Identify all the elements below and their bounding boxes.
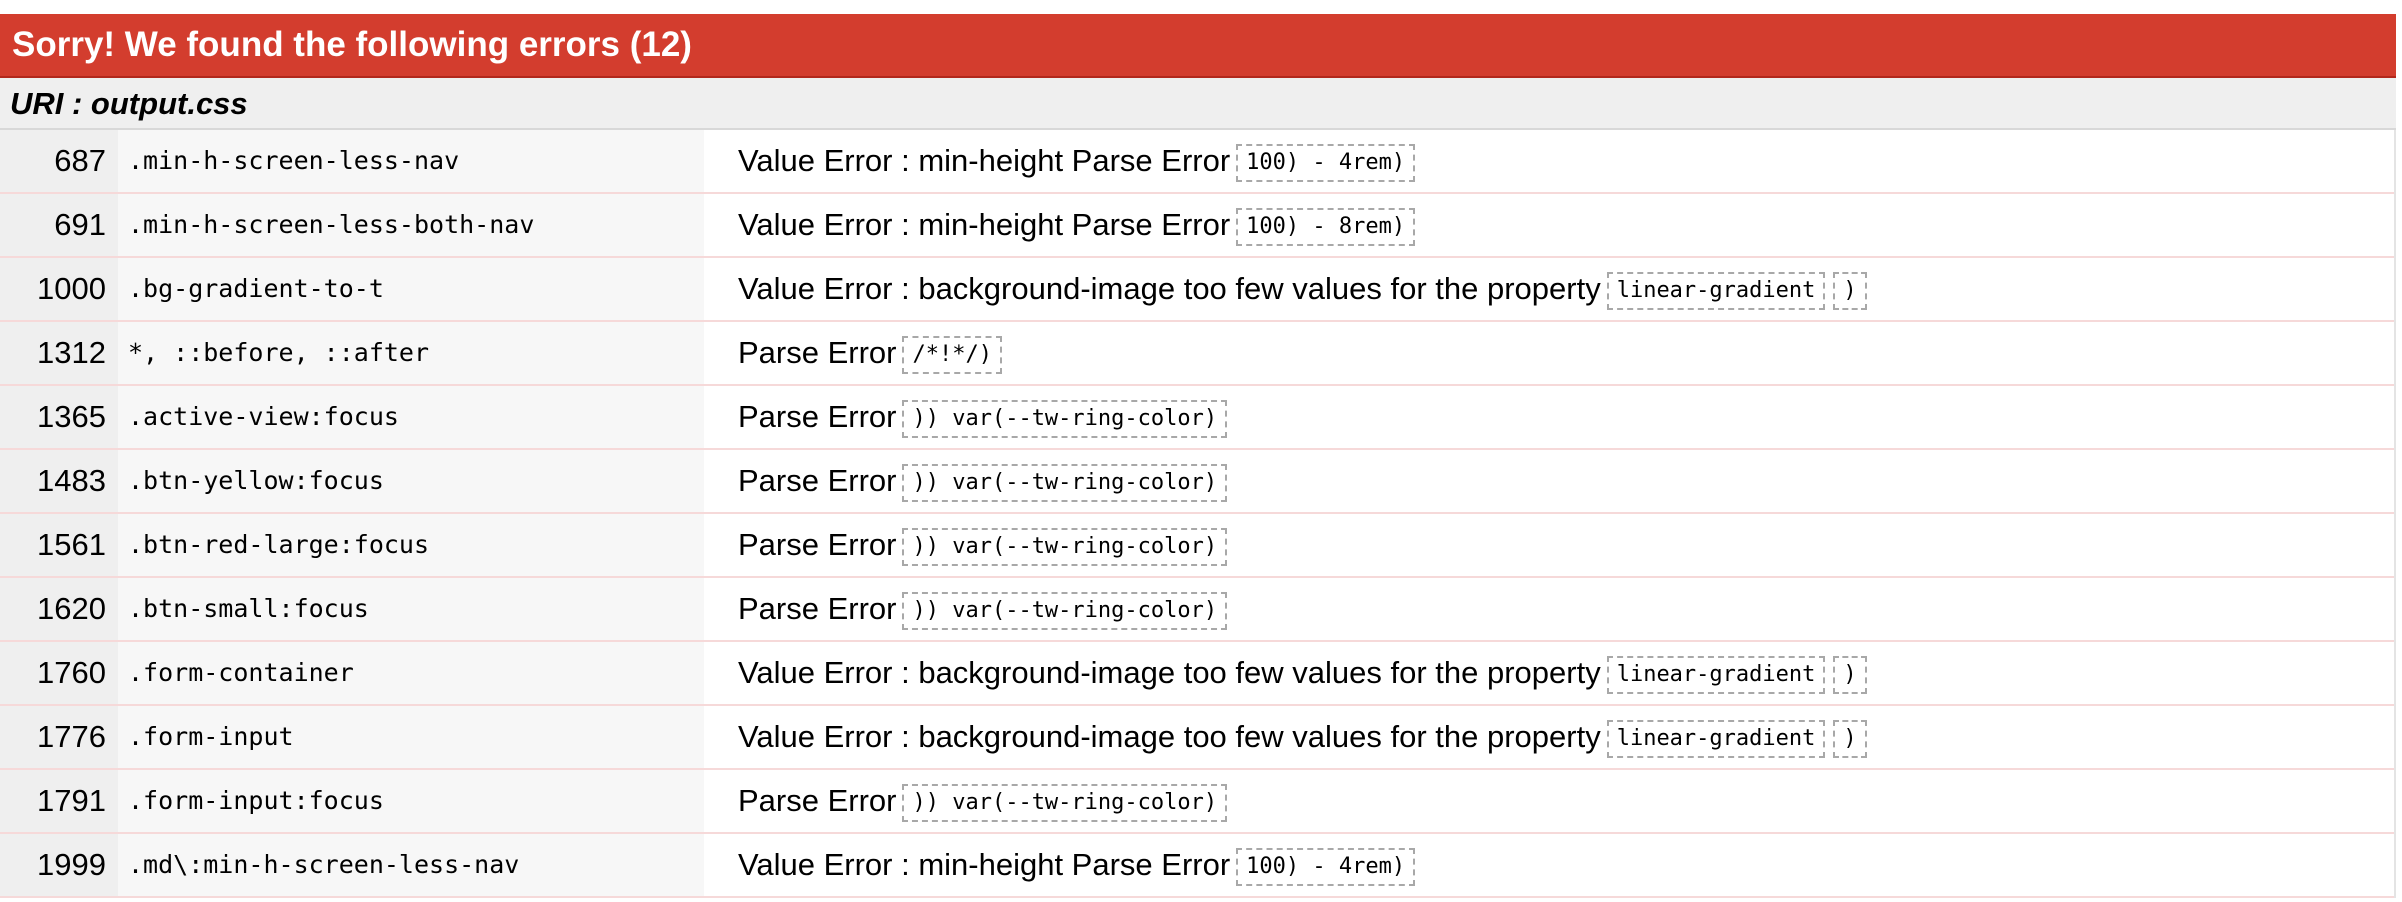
- error-message: Parse Error: [738, 527, 897, 562]
- error-message-cell: Parse Error)) var(--tw-ring-color): [704, 450, 2394, 512]
- error-code-snippet: linear-gradient: [1606, 656, 1826, 694]
- error-row: 687 .min-h-screen-less-nav Value Error : m…: [0, 130, 2394, 194]
- error-message-cell: Value Error : min-height Parse Error 100)…: [704, 194, 2394, 256]
- error-context: .form-container: [118, 642, 704, 704]
- error-report: Sorry! We found the following errors (12…: [0, 14, 2396, 898]
- error-code-snippet: 100) - 8rem): [1236, 208, 1416, 246]
- error-row: 1312 *, ::before, ::after Parse Error/*!*/…: [0, 322, 2394, 386]
- error-message: Parse Error: [738, 783, 897, 818]
- error-row: 1776 .form-input Value Error : background-…: [0, 706, 2394, 770]
- line-number: 1483: [0, 450, 118, 512]
- error-context: .min-h-screen-less-both-nav: [118, 194, 704, 256]
- error-context: .btn-red-large:focus: [118, 514, 704, 576]
- line-number: 1620: [0, 578, 118, 640]
- error-code-snippet: linear-gradient: [1606, 720, 1826, 758]
- error-code-snippet: /*!*/): [902, 336, 1002, 374]
- line-number: 1776: [0, 706, 118, 768]
- error-context: .form-input: [118, 706, 704, 768]
- error-header: Sorry! We found the following errors (12…: [0, 14, 2396, 76]
- line-number: 1999: [0, 834, 118, 896]
- error-code-snippet: ): [1833, 656, 1867, 694]
- error-message-cell: Parse Error)) var(--tw-ring-color): [704, 578, 2394, 640]
- error-code-snippet: )) var(--tw-ring-color): [902, 528, 1228, 566]
- error-message-cell: Value Error : min-height Parse Error 100)…: [704, 130, 2394, 192]
- uri-heading: URI : output.css: [0, 78, 2396, 130]
- error-row: 1760 .form-container Value Error : backgro…: [0, 642, 2394, 706]
- error-context: .md\:min-h-screen-less-nav: [118, 834, 704, 896]
- error-code-snippet: )) var(--tw-ring-color): [902, 592, 1228, 630]
- error-code-snippet: )) var(--tw-ring-color): [902, 400, 1228, 438]
- error-code-snippet: 100) - 4rem): [1236, 848, 1416, 886]
- error-message-cell: Value Error : background-image too few v…: [704, 706, 2394, 768]
- error-message: Value Error : background-image too few v…: [738, 271, 1601, 306]
- line-number: 1000: [0, 258, 118, 320]
- error-context: .form-input:focus: [118, 770, 704, 832]
- error-code-snippet: )) var(--tw-ring-color): [902, 784, 1228, 822]
- line-number: 691: [0, 194, 118, 256]
- error-message-cell: Value Error : background-image too few v…: [704, 258, 2394, 320]
- error-row: 691 .min-h-screen-less-both-nav Value Erro…: [0, 194, 2394, 258]
- line-number: 687: [0, 130, 118, 192]
- error-row: 1620 .btn-small:focus Parse Error)) var(--…: [0, 578, 2394, 642]
- error-message-cell: Parse Error/*!*/): [704, 322, 2394, 384]
- error-message-cell: Parse Error)) var(--tw-ring-color): [704, 770, 2394, 832]
- error-code-snippet: ): [1833, 720, 1867, 758]
- error-message-cell: Value Error : min-height Parse Error 100)…: [704, 834, 2394, 896]
- error-message: Value Error : min-height Parse Error: [738, 847, 1231, 882]
- error-context: .active-view:focus: [118, 386, 704, 448]
- error-context: .min-h-screen-less-nav: [118, 130, 704, 192]
- error-code-snippet: )) var(--tw-ring-color): [902, 464, 1228, 502]
- error-message: Value Error : background-image too few v…: [738, 719, 1601, 754]
- error-row: 1561 .btn-red-large:focus Parse Error)) va…: [0, 514, 2394, 578]
- error-message: Value Error : min-height Parse Error: [738, 207, 1231, 242]
- error-context: .btn-yellow:focus: [118, 450, 704, 512]
- error-row: 1999 .md\:min-h-screen-less-nav Value Erro…: [0, 834, 2394, 898]
- error-context: .btn-small:focus: [118, 578, 704, 640]
- error-code-snippet: linear-gradient: [1606, 272, 1826, 310]
- line-number: 1791: [0, 770, 118, 832]
- line-number: 1312: [0, 322, 118, 384]
- error-message: Value Error : min-height Parse Error: [738, 143, 1231, 178]
- error-table: 687 .min-h-screen-less-nav Value Error : m…: [0, 130, 2396, 898]
- error-message: Parse Error: [738, 463, 897, 498]
- error-context: .bg-gradient-to-t: [118, 258, 704, 320]
- error-row: 1791 .form-input:focus Parse Error)) var(-…: [0, 770, 2394, 834]
- error-message: Value Error : background-image too few v…: [738, 655, 1601, 690]
- error-row: 1483 .btn-yellow:focus Parse Error)) var(-…: [0, 450, 2394, 514]
- error-message: Parse Error: [738, 399, 897, 434]
- error-row: 1000 .bg-gradient-to-t Value Error : backg…: [0, 258, 2394, 322]
- line-number: 1365: [0, 386, 118, 448]
- line-number: 1760: [0, 642, 118, 704]
- error-code-snippet: ): [1833, 272, 1867, 310]
- error-message: Parse Error: [738, 335, 897, 370]
- line-number: 1561: [0, 514, 118, 576]
- error-message-cell: Value Error : background-image too few v…: [704, 642, 2394, 704]
- error-message-cell: Parse Error)) var(--tw-ring-color): [704, 386, 2394, 448]
- error-row: 1365 .active-view:focus Parse Error)) var(…: [0, 386, 2394, 450]
- error-context: *, ::before, ::after: [118, 322, 704, 384]
- error-message-cell: Parse Error)) var(--tw-ring-color): [704, 514, 2394, 576]
- error-message: Parse Error: [738, 591, 897, 626]
- error-code-snippet: 100) - 4rem): [1236, 144, 1416, 182]
